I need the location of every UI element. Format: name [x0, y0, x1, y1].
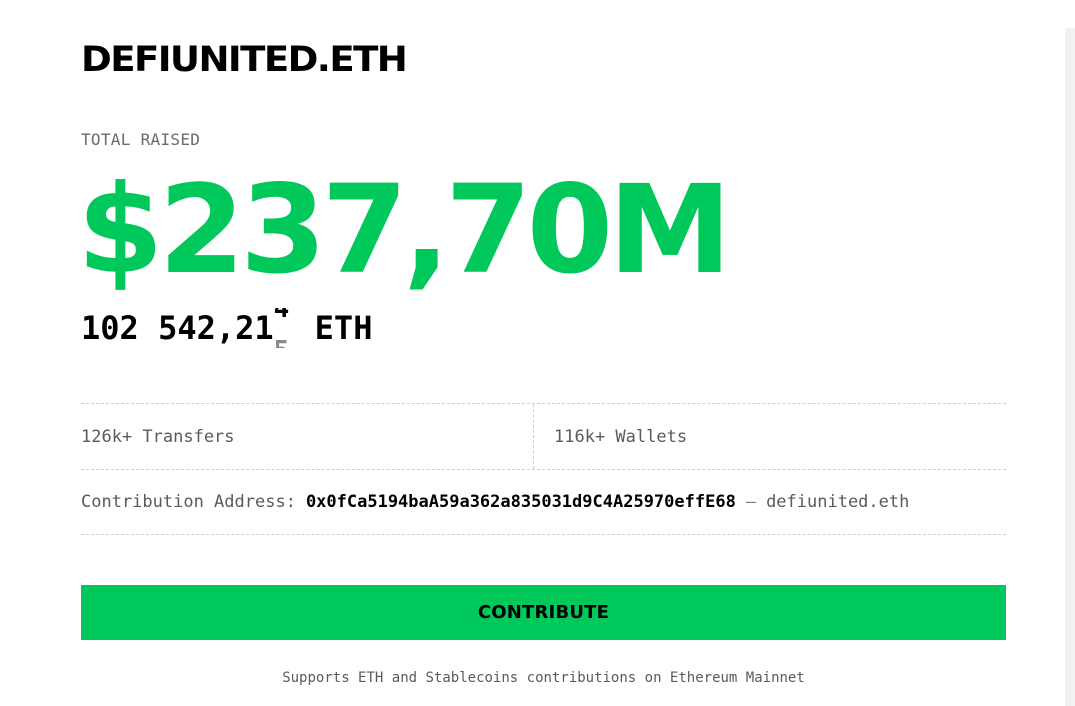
eth-amount-value: 102 542,21 [81, 309, 274, 347]
ens-name[interactable]: defiunited.eth [766, 492, 909, 512]
address-separator: — [745, 491, 757, 512]
stat-wallets: 116k+ Wallets [554, 426, 688, 447]
eth-amount: 102 542,21 4 5 ETH [81, 308, 372, 348]
contribution-address-value[interactable]: 0x0fCa5194baA59a362a835031d9C4A25970effE… [306, 492, 736, 512]
rolling-digit-next: 5 [274, 336, 290, 348]
rolling-digit: 4 5 [274, 308, 293, 348]
total-raised-label: TOTAL RAISED [81, 130, 201, 149]
contribution-address-row: Contribution Address: 0x0fCa5194baA59a36… [81, 469, 1006, 535]
rolling-digit-current: 4 [273, 308, 290, 324]
total-raised-amount: $237,70M [77, 159, 732, 301]
stats-row: 126k+ Transfers 116k+ Wallets [81, 403, 1006, 470]
scrollbar[interactable] [1065, 28, 1075, 706]
eth-unit: ETH [314, 309, 373, 347]
stat-transfers: 126k+ Transfers [81, 404, 534, 469]
contribution-address-label: Contribution Address: [81, 491, 296, 512]
page: DEFIUNITED.ETH TOTAL RAISED $237,70M 102… [0, 0, 1075, 706]
support-note: Supports ETH and Stablecoins contributio… [282, 670, 805, 686]
site-title: DEFIUNITED.ETH [81, 40, 408, 80]
contribute-button[interactable]: CONTRIBUTE [81, 585, 1006, 640]
